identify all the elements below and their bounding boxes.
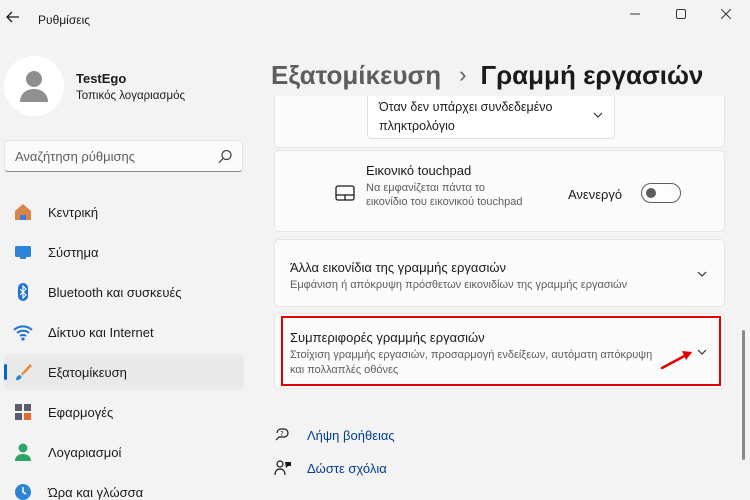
feedback-icon xyxy=(274,459,292,477)
sidebar-item-label: Δίκτυο και Internet xyxy=(48,324,154,340)
other-icons-description: Εμφάνιση ή απόκρυψη πρόσθετων εικονιδίων… xyxy=(290,279,628,291)
get-help-link[interactable]: Λήψη βοήθειας xyxy=(307,428,395,443)
svg-text:?: ? xyxy=(280,430,284,438)
other-icons-title: Άλλα εικονίδια της γραμμής εργασιών xyxy=(290,260,507,275)
sidebar-nav: Κεντρική Σύστημα Bluetooth και συσκευές … xyxy=(4,194,244,500)
sidebar-item-label: Εφαρμογές xyxy=(48,404,114,420)
system-icon xyxy=(13,242,33,262)
toggle-state-label: Ανενεργό xyxy=(568,187,623,202)
sidebar-item-label: Ώρα και γλώσσα xyxy=(48,484,144,500)
toggle-knob xyxy=(646,188,656,198)
maximize-button[interactable] xyxy=(661,4,701,24)
breadcrumb-parent[interactable]: Εξατομίκευση xyxy=(271,60,441,91)
feedback-link[interactable]: Δώστε σχόλια xyxy=(307,461,387,476)
title-bar: Ρυθμίσεις xyxy=(0,0,750,36)
sidebar-item-label: Σύστημα xyxy=(48,244,99,260)
close-button[interactable] xyxy=(706,4,746,24)
breadcrumb-separator: › xyxy=(459,62,467,87)
feedback-row[interactable]: Δώστε σχόλια xyxy=(274,459,387,477)
search-icon xyxy=(218,149,232,164)
highlight-box xyxy=(281,316,721,386)
apps-icon xyxy=(13,402,33,422)
active-indicator xyxy=(4,364,7,380)
maximize-icon xyxy=(676,9,686,19)
bluetooth-icon xyxy=(13,282,33,302)
sidebar-item-label: Κεντρική xyxy=(48,204,99,220)
sidebar-item-system[interactable]: Σύστημα xyxy=(4,234,244,270)
touchpad-title: Εικονικό touchpad xyxy=(366,163,472,178)
help-icon: ? xyxy=(274,426,292,444)
touchpad-toggle[interactable] xyxy=(641,183,681,203)
account-icon xyxy=(13,442,33,462)
keyboard-visibility-dropdown[interactable]: Όταν δεν υπάρχει συνδεδεμένο πληκτρολόγι… xyxy=(367,96,615,139)
close-icon xyxy=(721,9,731,19)
sidebar-item-network[interactable]: Δίκτυο και Internet xyxy=(4,314,244,350)
page-title: Γραμμή εργασιών xyxy=(480,59,704,90)
sidebar-item-label: Λογαριασμοί xyxy=(48,444,122,460)
brush-icon xyxy=(13,362,33,382)
minimize-button[interactable] xyxy=(615,4,655,24)
sidebar-item-time-language[interactable]: Ώρα και γλώσσα xyxy=(4,474,244,500)
touchpad-icon xyxy=(335,185,355,201)
touch-keyboard-card: Όταν δεν υπάρχει συνδεδεμένο πληκτρολόγι… xyxy=(274,96,725,148)
minimize-icon xyxy=(630,13,640,15)
red-arrow-icon xyxy=(660,351,692,370)
virtual-touchpad-card: Εικονικό touchpad Να εμφανίζεται πάντα τ… xyxy=(274,150,725,232)
sidebar-item-home[interactable]: Κεντρική xyxy=(4,194,244,230)
back-arrow-icon xyxy=(6,11,19,23)
other-taskbar-icons-card[interactable]: Άλλα εικονίδια της γραμμής εργασιών Εμφά… xyxy=(274,239,725,307)
scrollbar[interactable] xyxy=(742,330,745,460)
user-name: TestEgo xyxy=(76,71,127,86)
get-help-row[interactable]: ? Λήψη βοήθειας xyxy=(274,426,395,444)
dropdown-value: Όταν δεν υπάρχει συνδεδεμένο πληκτρολόγι… xyxy=(379,100,553,133)
sidebar-item-accounts[interactable]: Λογαριασμοί xyxy=(4,434,244,470)
sidebar-item-personalization[interactable]: Εξατομίκευση xyxy=(4,354,244,390)
account-type: Τοπικός λογαριασμός xyxy=(76,90,186,102)
sidebar-item-bluetooth[interactable]: Bluetooth και συσκευές xyxy=(4,274,244,310)
chevron-down-icon xyxy=(593,112,603,118)
touchpad-description: Να εμφανίζεται πάντα το εικονίδιο του ει… xyxy=(366,182,523,208)
search-input[interactable]: Αναζήτηση ρύθμισης xyxy=(4,140,243,172)
user-avatar-icon xyxy=(20,71,48,102)
chevron-down-icon[interactable] xyxy=(696,268,708,280)
user-profile[interactable]: TestEgo Τοπικός λογαριασμός xyxy=(4,56,244,116)
wifi-icon xyxy=(13,322,33,342)
breadcrumb: Εξατομίκευση › Γραμμή εργασιών xyxy=(271,57,703,93)
sidebar-item-label: Bluetooth και συσκευές xyxy=(48,284,182,300)
home-icon xyxy=(13,202,33,222)
search-placeholder: Αναζήτηση ρύθμισης xyxy=(15,149,136,164)
sidebar-item-apps[interactable]: Εφαρμογές xyxy=(4,394,244,430)
avatar xyxy=(4,56,64,116)
time-language-icon xyxy=(13,482,33,500)
sidebar-item-label: Εξατομίκευση xyxy=(48,364,127,380)
back-button[interactable] xyxy=(4,8,22,26)
app-title: Ρυθμίσεις xyxy=(38,13,91,27)
